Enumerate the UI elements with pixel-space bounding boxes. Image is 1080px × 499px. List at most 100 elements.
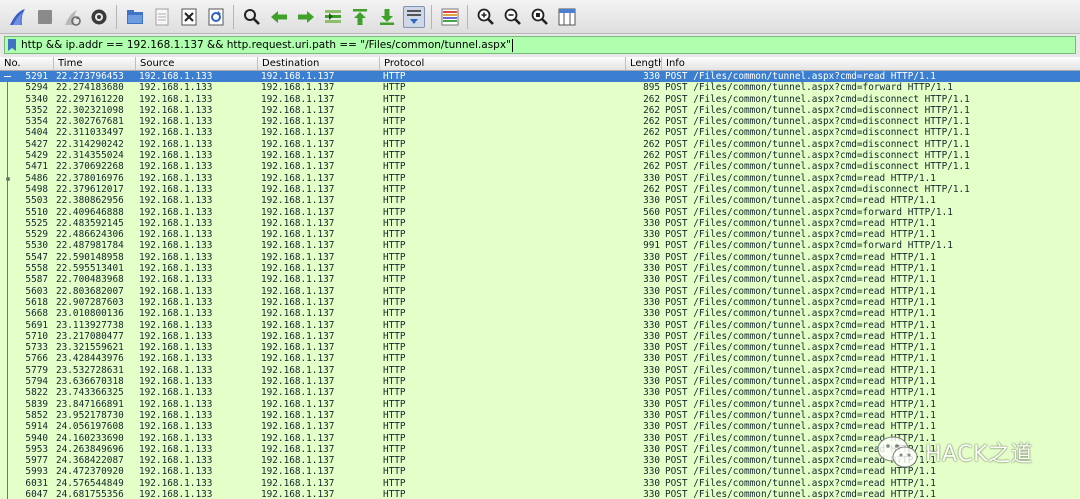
packet-protocol: HTTP [383, 263, 406, 275]
open-file-icon[interactable] [124, 6, 146, 28]
packet-row[interactable]: 5354 22.302767681 192.168.1.133 192.168.1.1… [0, 116, 1080, 128]
packet-time: 22.487981784 [56, 240, 124, 252]
go-to-packet-icon[interactable] [322, 6, 344, 28]
packet-row[interactable]: 5852 23.952178730 192.168.1.133 192.168.1.1… [0, 409, 1080, 422]
packet-source: 192.168.1.133 [139, 251, 213, 263]
packet-row[interactable]: 5486 22.378016976 192.168.1.133 192.168.1.1… [0, 172, 1080, 184]
packet-info: POST /Files/common/tunnel.aspx?cmd=read … [665, 488, 936, 499]
packet-row[interactable]: 5294 22.274183680 192.168.1.133 192.168.1.1… [0, 82, 1080, 94]
packet-row[interactable]: 5733 23.321559621 192.168.1.133 192.168.1.1… [0, 342, 1080, 354]
packet-row[interactable]: 5404 22.311033497 192.168.1.133 192.168.1.1… [0, 127, 1080, 139]
packet-row[interactable]: 5822 23.743366325 192.168.1.133 192.168.1.1… [0, 387, 1080, 399]
packet-length: 330 [643, 71, 660, 82]
packet-row[interactable]: 5766 23.428443976 192.168.1.133 192.168.1.1… [0, 353, 1080, 365]
stop-capture-icon[interactable] [34, 6, 56, 28]
packet-destination: 192.168.1.137 [261, 183, 335, 195]
packet-row[interactable]: 5710 23.217080477 192.168.1.133 192.168.1.1… [0, 330, 1080, 343]
packet-destination: 192.168.1.137 [261, 104, 335, 116]
shark-fin-start-icon[interactable] [7, 6, 29, 28]
save-file-icon[interactable] [151, 6, 173, 28]
column-header-length[interactable]: Length [626, 57, 662, 70]
packet-row[interactable]: 5587 22.700483968 192.168.1.133 192.168.1.1… [0, 274, 1080, 286]
packet-info: POST /Files/common/tunnel.aspx?cmd=read … [665, 409, 936, 421]
packet-row[interactable]: 5618 22.907287603 192.168.1.133 192.168.1.1… [0, 296, 1080, 309]
packet-row[interactable]: 6047 24.681755356 192.168.1.133 192.168.1.1… [0, 488, 1080, 499]
packet-row[interactable]: 5427 22.314290242 192.168.1.133 192.168.1.1… [0, 138, 1080, 151]
packet-number: 5668 [25, 308, 48, 320]
go-last-icon[interactable] [376, 6, 398, 28]
column-header-info[interactable]: Info [662, 57, 1080, 70]
packet-source: 192.168.1.133 [139, 353, 213, 365]
column-header-protocol[interactable]: Protocol [380, 57, 626, 70]
packet-time: 22.314290242 [56, 138, 124, 150]
packet-time: 22.409646888 [56, 206, 124, 218]
packet-destination: 192.168.1.137 [261, 319, 335, 331]
packet-row[interactable]: 5352 22.302321098 192.168.1.133 192.168.1.1… [0, 104, 1080, 117]
packet-protocol: HTTP [383, 240, 406, 252]
reload-file-icon[interactable] [205, 6, 227, 28]
packet-row[interactable]: 5529 22.486624306 192.168.1.133 192.168.1.1… [0, 229, 1080, 241]
packet-destination: 192.168.1.137 [261, 138, 335, 150]
packet-row[interactable]: 5779 23.532728631 192.168.1.133 192.168.1.1… [0, 364, 1080, 377]
column-header-source[interactable]: Source [136, 57, 258, 70]
packet-row[interactable]: 5914 24.056197608 192.168.1.133 192.168.1.1… [0, 421, 1080, 433]
packet-protocol: HTTP [383, 330, 406, 342]
packet-destination: 192.168.1.137 [261, 251, 335, 263]
packet-row[interactable]: 5839 23.847166891 192.168.1.133 192.168.1.1… [0, 398, 1080, 410]
zoom-in-icon[interactable] [475, 6, 497, 28]
packet-info: POST /Files/common/tunnel.aspx?cmd=read … [665, 387, 936, 399]
packet-row[interactable]: 5525 22.483592145 192.168.1.133 192.168.1.1… [0, 217, 1080, 230]
packet-destination: 192.168.1.137 [261, 308, 335, 320]
packet-length: 330 [643, 353, 660, 365]
packet-row[interactable]: 5498 22.379612017 192.168.1.133 192.168.1.1… [0, 183, 1080, 196]
packet-number: 5618 [25, 296, 48, 308]
resize-columns-icon[interactable] [556, 6, 578, 28]
find-packet-icon[interactable] [241, 6, 263, 28]
packet-protocol: HTTP [383, 82, 406, 94]
packet-row[interactable]: 5340 22.297161220 192.168.1.133 192.168.1.1… [0, 93, 1080, 105]
packet-number: 5529 [25, 229, 48, 241]
packet-row[interactable]: 5503 22.380862956 192.168.1.133 192.168.1.1… [0, 195, 1080, 207]
packet-row[interactable]: 5471 22.370692268 192.168.1.133 192.168.1.1… [0, 161, 1080, 173]
display-filter-input[interactable]: http && ip.addr == 192.168.1.137 && http… [4, 36, 1076, 54]
bookmark-icon[interactable] [7, 39, 17, 51]
packet-row[interactable]: 5558 22.595513401 192.168.1.133 192.168.1.1… [0, 263, 1080, 275]
column-header-time[interactable]: Time [54, 57, 136, 70]
packet-length: 895 [643, 82, 660, 94]
packet-length: 262 [643, 93, 660, 105]
packet-row[interactable]: 5668 23.010800136 192.168.1.133 192.168.1.1… [0, 308, 1080, 320]
packet-source: 192.168.1.133 [139, 274, 213, 286]
packet-row[interactable]: 5691 23.113927738 192.168.1.133 192.168.1.1… [0, 319, 1080, 331]
packet-row[interactable]: 5603 22.803682007 192.168.1.133 192.168.1.1… [0, 285, 1080, 297]
packet-row-selected[interactable]: 5291 22.273796453 192.168.1.133 192.168.1.1… [0, 71, 1080, 83]
zoom-normal-icon[interactable] [529, 6, 551, 28]
go-forward-icon[interactable] [295, 6, 317, 28]
packet-row[interactable]: 5429 22.314355024 192.168.1.133 192.168.1.1… [0, 150, 1080, 162]
zoom-out-icon[interactable] [502, 6, 524, 28]
packet-source: 192.168.1.133 [139, 206, 213, 218]
packet-source: 192.168.1.133 [139, 443, 213, 455]
column-header-destination[interactable]: Destination [258, 57, 380, 70]
capture-options-icon[interactable] [88, 6, 110, 28]
packet-time: 22.314355024 [56, 150, 124, 162]
packet-source: 192.168.1.133 [139, 387, 213, 399]
go-first-icon[interactable] [349, 6, 371, 28]
packet-length: 330 [643, 364, 660, 376]
close-file-icon[interactable] [178, 6, 200, 28]
packet-row[interactable]: 5794 23.636670318 192.168.1.133 192.168.1.1… [0, 376, 1080, 388]
colorize-icon[interactable] [439, 6, 461, 28]
packet-destination: 192.168.1.137 [261, 150, 335, 162]
packet-destination: 192.168.1.137 [261, 432, 335, 444]
packet-length: 330 [643, 330, 660, 342]
packet-time: 22.595513401 [56, 263, 124, 275]
packet-time: 22.380862956 [56, 195, 124, 207]
column-header-no[interactable]: No. [0, 57, 54, 70]
packet-time: 23.321559621 [56, 342, 124, 354]
restart-capture-icon[interactable] [61, 6, 83, 28]
packet-row[interactable]: 5510 22.409646888 192.168.1.133 192.168.1.1… [0, 206, 1080, 218]
packet-row[interactable]: 6031 24.576544849 192.168.1.133 192.168.1.1… [0, 477, 1080, 489]
autoscroll-icon[interactable] [402, 5, 425, 28]
go-back-icon[interactable] [268, 6, 290, 28]
packet-row[interactable]: 5530 22.487981784 192.168.1.133 192.168.1.1… [0, 240, 1080, 252]
packet-row[interactable]: 5547 22.590148958 192.168.1.133 192.168.1.1… [0, 251, 1080, 264]
